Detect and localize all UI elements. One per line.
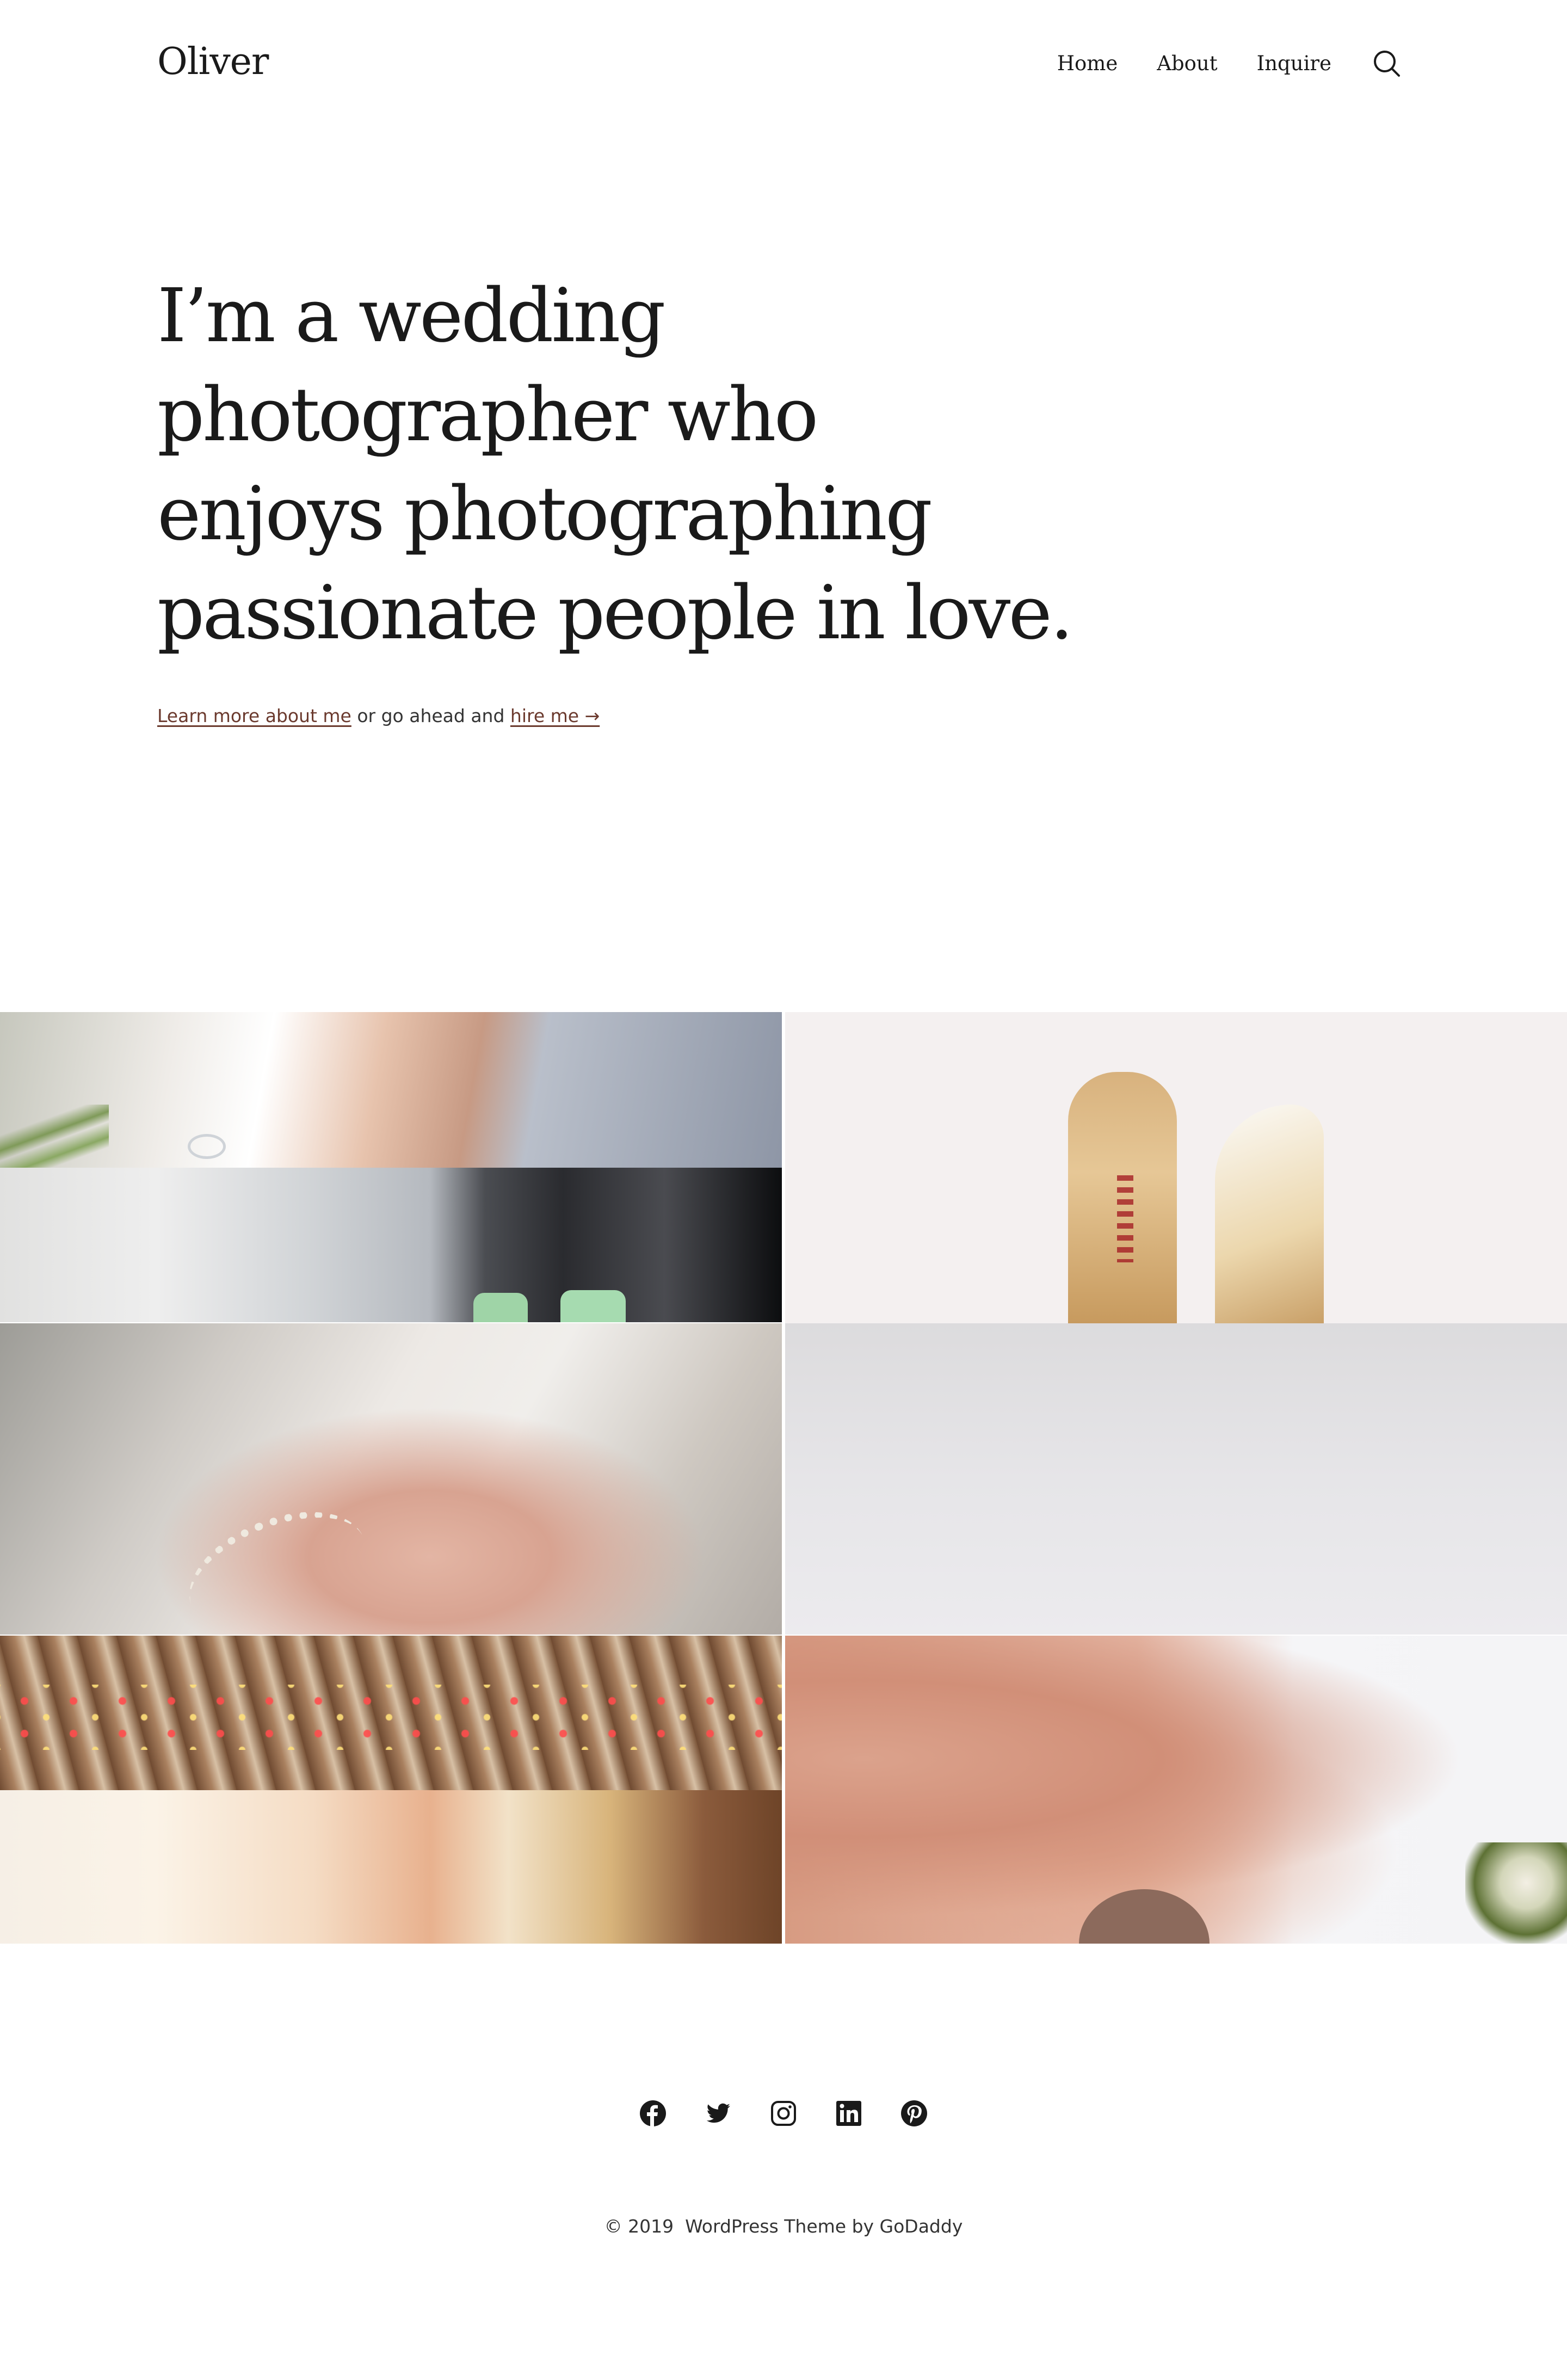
site-title[interactable]: Oliver [157, 32, 269, 93]
photo-detail [188, 1134, 226, 1159]
pinterest-link[interactable] [900, 2099, 928, 2128]
photo-detail [1465, 1842, 1567, 1944]
gallery-photo[interactable] [785, 1012, 1567, 1323]
photo-detail [1215, 1105, 1324, 1323]
hero-links-text: or go ahead and [351, 705, 510, 726]
social-links [0, 2097, 1567, 2130]
search-icon [1374, 51, 1400, 77]
main-nav: Home About Inquire [1057, 44, 1402, 83]
hero-heading: I’m a wedding photographer who enjoys ph… [157, 267, 1191, 663]
gallery-photo[interactable] [0, 1168, 782, 1322]
gallery-photo[interactable] [0, 1323, 782, 1635]
site-header: Oliver Home About Inquire [0, 0, 1567, 125]
copyright-text: © 2019 WordPress Theme by GoDaddy [604, 2216, 963, 2237]
linkedin-link[interactable] [835, 2099, 863, 2128]
learn-more-link[interactable]: Learn more about me [157, 705, 351, 726]
photo-detail [172, 1488, 383, 1635]
gallery-photo[interactable] [785, 1323, 1567, 1635]
hero-links: Learn more about me or go ahead and hire… [157, 703, 600, 729]
gallery-photo[interactable] [0, 1790, 782, 1944]
photo-detail [0, 1685, 782, 1750]
twitter-link[interactable] [704, 2099, 732, 2128]
instagram-link[interactable] [769, 2099, 798, 2128]
facebook-icon [640, 2100, 666, 2126]
hire-me-link[interactable]: hire me → [510, 705, 600, 726]
twitter-icon [706, 2103, 730, 2123]
hero-heading-line: passionate people in love. [157, 570, 1074, 656]
nav-item-home[interactable]: Home [1057, 52, 1118, 75]
photo-detail [1079, 1889, 1210, 1944]
photo-gallery [0, 1012, 1567, 1944]
photo-detail [0, 1105, 109, 1168]
gallery-photo[interactable] [785, 1636, 1567, 1944]
linkedin-icon [836, 2101, 861, 2126]
facebook-link[interactable] [639, 2099, 667, 2128]
nav-item-inquire[interactable]: Inquire [1257, 52, 1331, 75]
hero-heading-line: enjoys photographing [157, 471, 933, 557]
photo-detail [560, 1290, 626, 1322]
photo-detail [1117, 1175, 1133, 1262]
pinterest-icon [901, 2100, 927, 2126]
gallery-photo[interactable] [0, 1636, 782, 1790]
hero-heading-line: photographer who [157, 372, 818, 458]
hero-heading-line: I’m a wedding [157, 273, 666, 359]
instagram-icon [771, 2101, 796, 2126]
gallery-photo[interactable] [0, 1012, 782, 1168]
search-button[interactable] [1371, 47, 1402, 79]
nav-item-about[interactable]: About [1157, 52, 1217, 75]
photo-detail [473, 1293, 528, 1322]
